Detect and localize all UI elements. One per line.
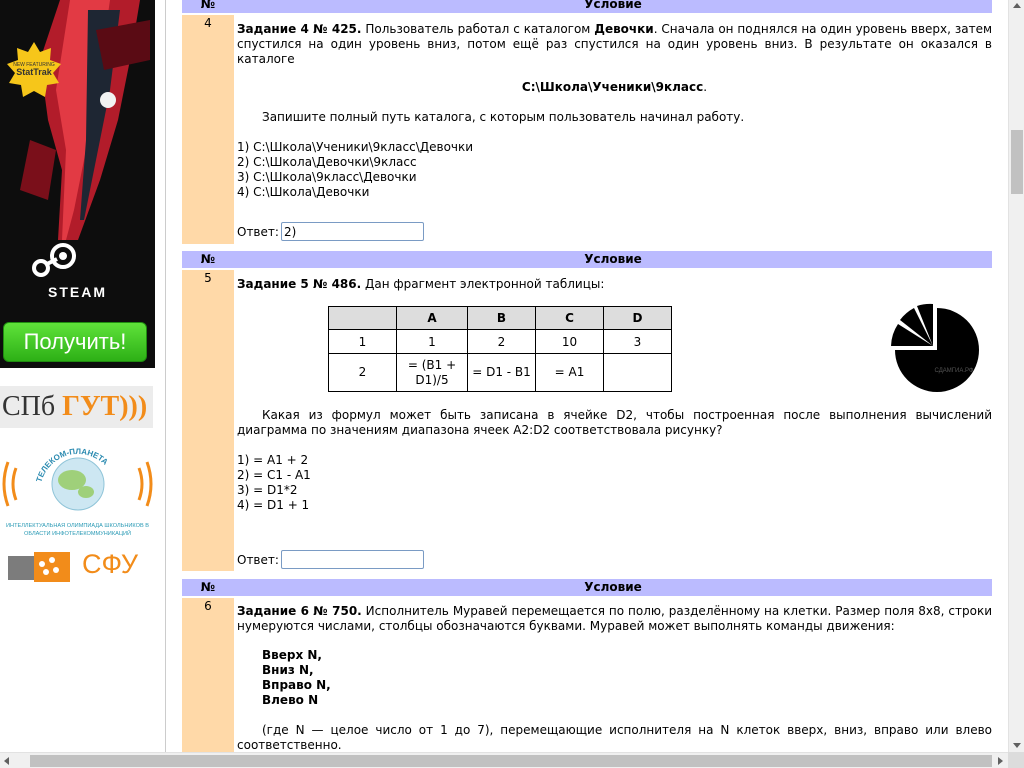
tasks-table: № Условие 4 Задание 4 № 425. Пользовател… — [182, 0, 992, 752]
task-intro: Задание 4 № 425. Пользователь работал с … — [237, 22, 992, 66]
task-intro: Задание 6 № 750. Исполнитель Муравей пер… — [237, 604, 992, 633]
answer-input[interactable] — [281, 550, 424, 569]
option: 2) С:\Школа\Девочки\9класс — [237, 155, 417, 169]
sheet-cell: 2 — [467, 329, 536, 354]
option: 1) = A1 + 2 — [237, 453, 309, 467]
task-body: Задание 5 № 486. Дан фрагмент электронно… — [237, 277, 992, 292]
scroll-down-arrow-icon[interactable] — [1013, 743, 1021, 748]
sheet-cell: 1 — [396, 329, 468, 354]
task-question: Какая из формул может быть записана в яч… — [237, 408, 992, 437]
answer-area: Ответ: — [237, 550, 424, 569]
header-num: № — [200, 0, 216, 11]
option: 3) = D1*2 — [237, 483, 298, 497]
sheet-col-header: C — [535, 306, 604, 330]
telecom-planet-logo[interactable]: ТЕЛЕКОМ-ПЛАНЕТА — [0, 442, 155, 522]
task-body: Задание 6 № 750. Исполнитель Муравей пер… — [237, 604, 992, 752]
task-body: Задание 4 № 425. Пользователь работал с … — [237, 22, 992, 200]
sheet-row-header: 1 — [328, 329, 397, 354]
task-body: Какая из формул может быть записана в яч… — [237, 408, 992, 513]
option: 4) С:\Школа\Девочки — [237, 185, 370, 199]
header-num: № — [200, 252, 216, 266]
sfu-logo-text[interactable]: СФУ — [82, 549, 138, 580]
vertical-scrollbar[interactable] — [1008, 0, 1024, 752]
task-number: 4 — [182, 15, 234, 244]
task-title: Задание 6 № 750. — [237, 604, 362, 618]
table-header: № Условие — [182, 251, 992, 268]
answer-area: Ответ: — [237, 222, 424, 241]
options-list: 1) = A1 + 2 2) = C1 - A1 3) = D1*2 4) = … — [237, 453, 992, 513]
horizontal-scrollbar[interactable] — [0, 752, 1008, 768]
options-list: 1) С:\Школа\Ученики\9класс\Девочки 2) С:… — [237, 140, 992, 200]
answer-label: Ответ: — [237, 225, 279, 239]
steam-logo-icon — [32, 243, 76, 277]
sfu-logo-icon[interactable] — [8, 550, 72, 584]
ad-sidebar: NEW FEATURING StatTrak STEAM Получить! С… — [0, 0, 166, 752]
task-note: (где N — целое число от 1 до 7), перемещ… — [237, 723, 992, 752]
command: Вправо N, — [262, 678, 331, 692]
sheet-cell: = (B1 + D1)/5 — [396, 353, 468, 392]
scroll-left-arrow-icon[interactable] — [4, 757, 9, 765]
task-row-4: 4 Задание 4 № 425. Пользователь работал … — [182, 15, 992, 244]
sheet-cell — [603, 353, 672, 392]
commands-list: Вверх N, Вниз N, Вправо N, Влево N — [237, 648, 992, 708]
scroll-up-arrow-icon[interactable] — [1013, 3, 1021, 8]
command: Вниз N, — [262, 663, 314, 677]
spbgut-logo-part-a: СПб — [2, 391, 56, 422]
pie-diagram: СДАМГИА.РФ — [891, 303, 979, 392]
task-number: 6 — [182, 598, 234, 752]
header-condition: Условие — [584, 580, 642, 594]
rifle-image — [20, 0, 150, 240]
task-title: Задание 4 № 425. — [237, 22, 362, 36]
sheet-cell: = D1 - B1 — [467, 353, 536, 392]
spbgut-logo[interactable]: СПб ГУТ))) — [0, 386, 153, 428]
sheet-cell: 3 — [603, 329, 672, 354]
sheet-cell: 10 — [535, 329, 604, 354]
task-5-continued: Какая из формул может быть записана в яч… — [182, 408, 992, 569]
pie-watermark: СДАМГИА.РФ — [935, 368, 974, 374]
header-condition: Условие — [584, 252, 642, 266]
spreadsheet-fragment: A B C D 1 1 2 10 3 2 = (B1 + D1)/5 = D1 … — [328, 306, 672, 392]
answer-input[interactable] — [281, 222, 424, 241]
command: Вверх N, — [262, 648, 322, 662]
get-button[interactable]: Получить! — [3, 322, 147, 362]
answer-label: Ответ: — [237, 553, 279, 567]
vertical-scroll-thumb[interactable] — [1011, 130, 1023, 194]
stattrak-badge-icon: NEW FEATURING StatTrak — [7, 42, 61, 97]
target-path: С:\Школа\Ученики\9класс. — [521, 80, 708, 94]
svg-text:StatTrak: StatTrak — [16, 67, 53, 77]
option: 2) = C1 - A1 — [237, 468, 311, 482]
header-condition: Условие — [584, 0, 642, 11]
option: 3) С:\Школа\9класс\Девочки — [237, 170, 417, 184]
header-num: № — [200, 580, 216, 594]
task-question: Запишите полный путь каталога, с которым… — [262, 110, 745, 124]
sheet-corner — [328, 306, 397, 330]
table-header: № Условие — [182, 0, 992, 13]
sheet-col-header: B — [467, 306, 536, 330]
command: Влево N — [262, 693, 319, 707]
task-row-6: 6 Задание 6 № 750. Исполнитель Муравей п… — [182, 598, 992, 752]
telecom-caption: Интеллектуальная олимпиада школьников в … — [6, 523, 149, 537]
scrollbar-corner — [1008, 752, 1024, 768]
horizontal-scroll-thumb[interactable] — [30, 755, 992, 767]
sheet-row-header: 2 — [328, 353, 397, 392]
sheet-col-header: D — [603, 306, 672, 330]
option: 1) С:\Школа\Ученики\9класс\Девочки — [237, 140, 474, 154]
scroll-right-arrow-icon[interactable] — [998, 757, 1003, 765]
task-title: Задание 5 № 486. — [237, 277, 362, 291]
steam-ad-banner[interactable]: NEW FEATURING StatTrak STEAM Получить! — [0, 0, 155, 368]
table-header: № Условие — [182, 579, 992, 596]
steam-label: STEAM — [48, 284, 107, 300]
task-intro: Задание 5 № 486. Дан фрагмент электронно… — [237, 277, 605, 291]
sheet-cell: = A1 — [535, 353, 604, 392]
spbgut-logo-part-b: ГУТ — [62, 391, 120, 422]
sheet-col-header: A — [396, 306, 468, 330]
option: 4) = D1 + 1 — [237, 498, 310, 512]
